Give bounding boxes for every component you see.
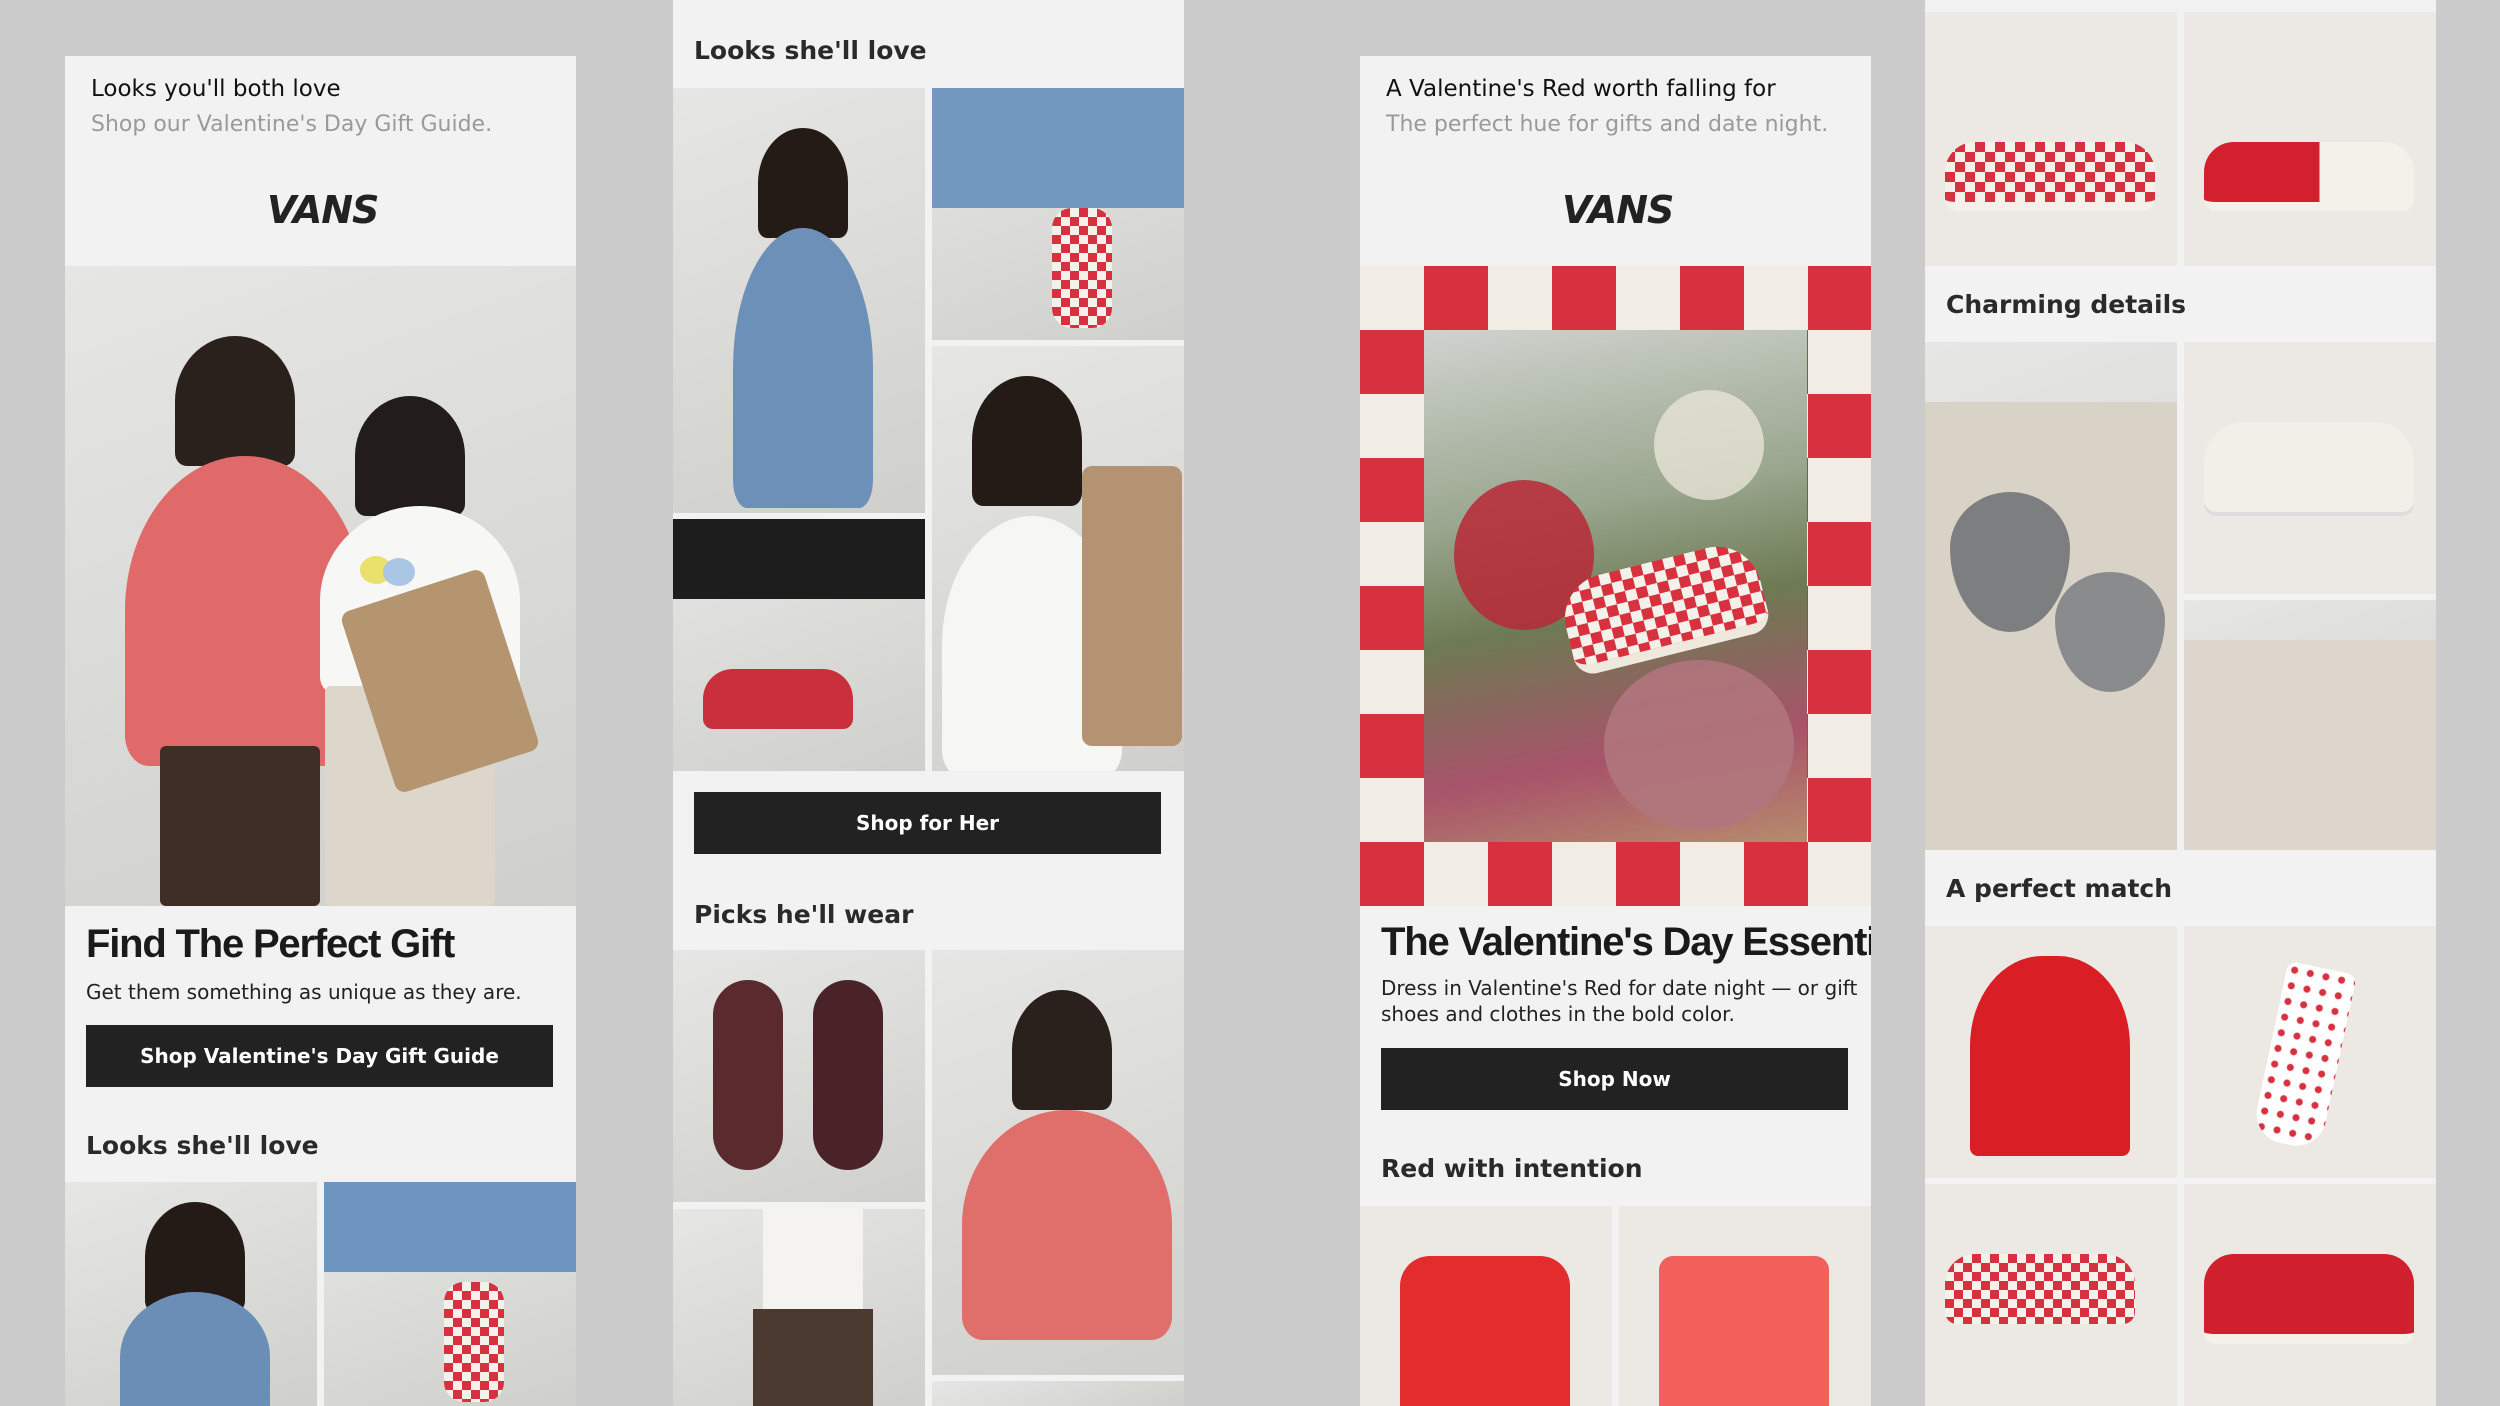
product-photo-overalls[interactable] bbox=[673, 88, 925, 513]
product-photo-brown-pants[interactable] bbox=[673, 1209, 925, 1406]
header-subtitle: Shop our Valentine's Day Gift Guide. bbox=[91, 112, 493, 137]
product-photo-kids-checker-slipons[interactable] bbox=[1925, 1184, 2177, 1406]
email-panel-valentines-red: A Valentine's Red worth falling for The … bbox=[1360, 56, 1871, 1406]
section-heading-her: Looks she'll love bbox=[86, 1131, 319, 1160]
product-photo-red-sneaker[interactable] bbox=[673, 519, 925, 771]
product-photo-white-sneaker[interactable] bbox=[2184, 342, 2436, 594]
product-photo-heart-locket-charm[interactable] bbox=[1925, 342, 2177, 850]
headline-body: Get them something as unique as they are… bbox=[86, 980, 522, 1004]
section-heading-her: Looks she'll love bbox=[694, 36, 927, 65]
product-photo-red-white-sneaker[interactable] bbox=[2184, 12, 2436, 266]
product-photo-bouquet-portrait[interactable] bbox=[932, 346, 1184, 771]
product-photo-checker-slipon[interactable] bbox=[932, 88, 1184, 340]
product-photo-maroon-sneakers[interactable] bbox=[673, 950, 925, 1202]
header-title: Looks you'll both love bbox=[91, 76, 341, 102]
headline: The Valentine's Day Essential bbox=[1381, 920, 1871, 964]
product-photo-lace-detail[interactable] bbox=[2184, 600, 2436, 850]
product-photo-checker-slipon-shoe[interactable] bbox=[1925, 12, 2177, 266]
header-title: A Valentine's Red worth falling for bbox=[1386, 76, 1776, 102]
email-panel-gift-guide: Looks you'll both love Shop our Valentin… bbox=[65, 56, 576, 1406]
hero-couple-photo[interactable] bbox=[65, 266, 576, 906]
header-subtitle: The perfect hue for gifts and date night… bbox=[1386, 112, 1829, 137]
hero-flowers-slipon-photo bbox=[1424, 330, 1807, 842]
product-photo-red-authentic[interactable] bbox=[2184, 1184, 2436, 1406]
section-heading-him: Picks he'll wear bbox=[694, 900, 914, 929]
shop-for-her-button[interactable]: Shop for Her bbox=[694, 792, 1161, 854]
headline-body-line-2: shoes and clothes in the bold color. bbox=[1381, 1002, 1735, 1026]
hero-checkerboard-frame[interactable] bbox=[1360, 266, 1871, 906]
product-photo-red-jacket[interactable] bbox=[1360, 1206, 1612, 1406]
section-heading-red: Red with intention bbox=[1381, 1154, 1643, 1183]
email-panel-details: Charming details A perfect match bbox=[1925, 0, 2436, 1406]
product-photo-checker-slipon[interactable] bbox=[324, 1182, 576, 1406]
product-photo-partial[interactable] bbox=[932, 1381, 1184, 1406]
vans-logo[interactable]: VANS bbox=[267, 188, 379, 232]
product-photo-red-tee[interactable] bbox=[1619, 1206, 1871, 1406]
shop-gift-guide-button[interactable]: Shop Valentine's Day Gift Guide bbox=[86, 1025, 553, 1087]
product-photo-pink-sweatshirt[interactable] bbox=[932, 950, 1184, 1375]
headline: Find The Perfect Gift bbox=[86, 922, 455, 966]
product-photo-cherry-socks[interactable] bbox=[2184, 926, 2436, 1178]
product-photo-overalls[interactable] bbox=[65, 1182, 317, 1406]
section-heading-details: Charming details bbox=[1946, 290, 2187, 319]
email-panel-for-her: Looks she'll love Shop for Her Picks he'… bbox=[673, 0, 1184, 1406]
headline-body-line-1: Dress in Valentine's Red for date night … bbox=[1381, 976, 1858, 1000]
product-photo-red-hoodie[interactable] bbox=[1925, 926, 2177, 1178]
shop-now-button[interactable]: Shop Now bbox=[1381, 1048, 1848, 1110]
vans-logo[interactable]: VANS bbox=[1562, 188, 1674, 232]
section-heading-match: A perfect match bbox=[1946, 874, 2173, 903]
